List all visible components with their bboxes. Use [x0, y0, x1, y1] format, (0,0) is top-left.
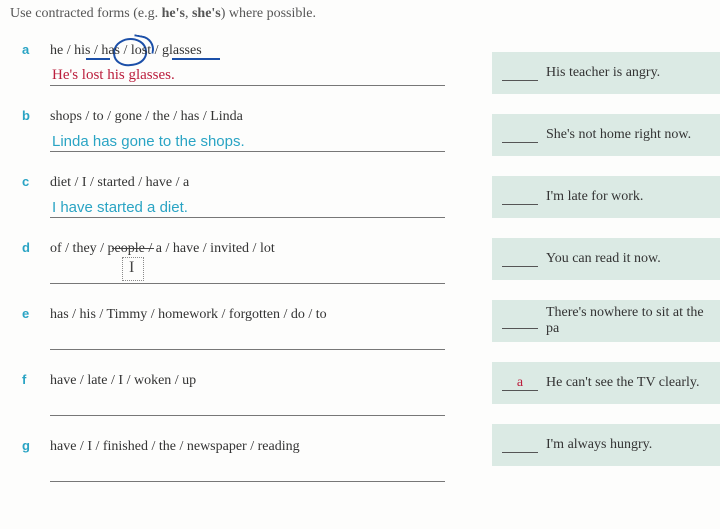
exercise-letter: a — [22, 42, 50, 57]
answer-input[interactable] — [50, 261, 445, 284]
match-text: I'm late for work. — [546, 189, 643, 205]
match-item[interactable]: There's nowhere to sit at the pa — [492, 300, 720, 342]
exercise-prompt: have / I / finished / the / newspaper / … — [50, 439, 300, 455]
exercise-prompt: have / late / I / woken / up — [50, 373, 196, 389]
exercise-letter: e — [22, 306, 50, 321]
worksheet-page: Use contracted forms (e.g. he's, she's) … — [0, 0, 720, 529]
student-answer: Linda has gone to the shops. — [52, 133, 245, 150]
match-text: She's not home right now. — [546, 127, 691, 143]
instruction-text: Use contracted forms (e.g. — [10, 6, 162, 21]
match-column: His teacher is angry. She's not home rig… — [492, 28, 720, 504]
instruction-bold-1: he's — [162, 6, 185, 21]
exercise-prompt: diet / I / started / have / a — [50, 175, 189, 191]
match-fill: a — [502, 375, 538, 391]
exercise-b: b shops / to / gone / the / has / Linda … — [22, 108, 492, 152]
match-blank[interactable] — [502, 252, 538, 267]
columns: a he / his / has / lost / glasses He's l… — [0, 28, 720, 504]
exercise-letter: b — [22, 108, 50, 123]
match-item[interactable]: I'm late for work. — [492, 176, 720, 218]
student-answer: He's lost his glasses. — [52, 67, 175, 84]
exercise-letter: f — [22, 372, 50, 387]
exercise-prompt: of / they / people / a / have / invited … — [50, 241, 275, 257]
answer-input[interactable] — [50, 327, 445, 350]
exercise-prompt: he / his / has / lost / glasses — [50, 43, 202, 59]
exercise-letter: c — [22, 174, 50, 189]
instruction-bold-2: she's — [192, 6, 221, 21]
answer-input[interactable] — [50, 459, 445, 482]
strike-icon — [112, 248, 154, 249]
exercise-f: f have / late / I / woken / up — [22, 372, 492, 416]
exercise-c: c diet / I / started / have / a I have s… — [22, 174, 492, 218]
match-text: I'm always hungry. — [546, 437, 652, 453]
instruction-text: , — [185, 6, 192, 21]
exercise-prompt: has / his / Timmy / homework / forgotten… — [50, 307, 327, 323]
match-text: You can read it now. — [546, 251, 661, 267]
match-item[interactable]: a He can't see the TV clearly. — [492, 362, 720, 404]
match-blank[interactable] — [502, 190, 538, 205]
match-item[interactable]: I'm always hungry. — [492, 424, 720, 466]
instruction-line: Use contracted forms (e.g. he's, she's) … — [0, 0, 720, 22]
match-blank[interactable] — [502, 314, 538, 329]
match-text: There's nowhere to sit at the pa — [546, 305, 720, 337]
exercise-prompt: shops / to / gone / the / has / Linda — [50, 109, 243, 125]
match-item[interactable]: She's not home right now. — [492, 114, 720, 156]
answer-input[interactable]: Linda has gone to the shops. — [50, 129, 445, 152]
answer-input[interactable] — [50, 393, 445, 416]
answer-input[interactable]: He's lost his glasses. — [50, 63, 445, 86]
match-text: He can't see the TV clearly. — [546, 375, 699, 391]
instruction-text: ) where possible. — [221, 6, 316, 21]
match-blank[interactable]: a — [502, 376, 538, 391]
exercise-column: a he / his / has / lost / glasses He's l… — [0, 28, 492, 504]
match-blank[interactable] — [502, 438, 538, 453]
match-blank[interactable] — [502, 128, 538, 143]
exercise-d: d of / they / people / a / have / invite… — [22, 240, 492, 284]
student-answer: I have started a diet. — [52, 199, 188, 216]
answer-input[interactable]: I have started a diet. — [50, 195, 445, 218]
exercise-letter: d — [22, 240, 50, 255]
match-item[interactable]: You can read it now. — [492, 238, 720, 280]
exercise-g: g have / I / finished / the / newspaper … — [22, 438, 492, 482]
match-text: His teacher is angry. — [546, 65, 660, 81]
exercise-letter: g — [22, 438, 50, 453]
exercise-e: e has / his / Timmy / homework / forgott… — [22, 306, 492, 350]
exercise-a: a he / his / has / lost / glasses He's l… — [22, 42, 492, 86]
match-item[interactable]: His teacher is angry. — [492, 52, 720, 94]
match-blank[interactable] — [502, 66, 538, 81]
